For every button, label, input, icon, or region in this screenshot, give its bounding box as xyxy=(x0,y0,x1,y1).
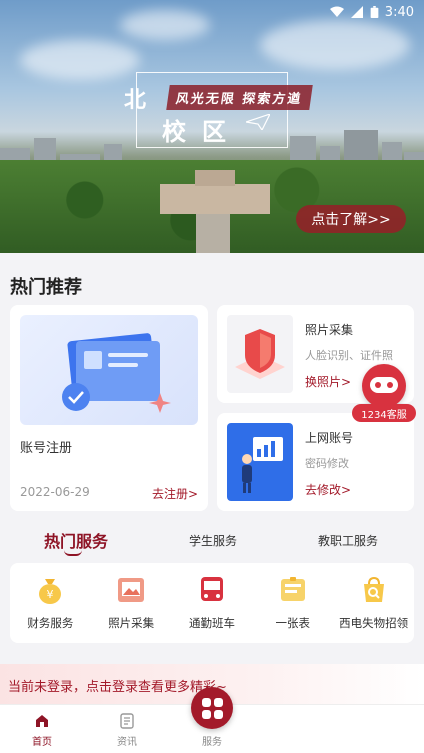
shield-icon xyxy=(235,329,285,379)
tab-student-services[interactable]: 学生服务 xyxy=(189,532,237,549)
customer-service-button[interactable]: 1234客服 xyxy=(352,364,416,424)
svg-text:¥: ¥ xyxy=(47,588,54,601)
net-thumb xyxy=(227,423,293,501)
section-title-hot: 热门推荐 xyxy=(10,277,82,298)
service-bus[interactable]: 通勤班车 xyxy=(172,563,253,643)
status-bar: 3:40 xyxy=(0,0,424,24)
banner-slogan: 风光无限 探索方遒 xyxy=(166,85,313,110)
wifi-icon xyxy=(329,6,344,17)
tab-hot-services[interactable]: 热门服务 xyxy=(44,528,108,552)
service-tabs: 热门服务 学生服务 教职工服务 xyxy=(0,528,424,556)
account-register-card[interactable]: 账号注册 2022-06-29 去注册> xyxy=(10,305,208,511)
service-photo[interactable]: 照片采集 xyxy=(91,563,172,643)
service-label: 西电失物招领 xyxy=(339,616,409,630)
campus-char: 北 xyxy=(124,87,147,113)
signal-icon xyxy=(350,6,363,18)
grid-icon[interactable] xyxy=(191,687,233,729)
card-desc: 密码修改 xyxy=(305,457,349,470)
register-link[interactable]: 去注册> xyxy=(152,485,198,502)
nav-label: 资讯 xyxy=(117,737,137,748)
services-grid: ¥ 财务服务 照片采集 通勤班车 一张表 西电失物招领 xyxy=(10,563,414,643)
bus-icon xyxy=(200,577,223,601)
news-icon xyxy=(120,713,134,729)
card-title: 账号注册 xyxy=(20,441,73,456)
id-card-icon xyxy=(62,333,171,413)
battery-icon xyxy=(370,6,379,18)
card-title: 上网账号 xyxy=(305,431,354,445)
service-label: 照片采集 xyxy=(108,616,155,630)
nav-news[interactable]: 资讯 xyxy=(97,705,157,753)
tab-indicator xyxy=(64,550,82,556)
paper-plane-icon xyxy=(246,114,270,130)
card-desc: 人脸识别、证件照 xyxy=(305,349,393,362)
card-date: 2022-06-29 xyxy=(20,485,90,499)
service-label: 一张表 xyxy=(275,616,311,630)
money-bag-icon: ¥ xyxy=(39,579,62,604)
account-illustration xyxy=(20,315,198,425)
service-label: 通勤班车 xyxy=(188,616,235,630)
tab-staff-services[interactable]: 教职工服务 xyxy=(318,532,378,549)
service-lost-found[interactable]: 西电失物招领 xyxy=(333,563,414,643)
cloud-decoration xyxy=(260,20,410,70)
lost-found-icon xyxy=(363,576,384,602)
nav-label: 首页 xyxy=(32,737,52,748)
service-form[interactable]: 一张表 xyxy=(252,563,333,643)
status-time: 3:40 xyxy=(384,4,414,20)
form-icon xyxy=(280,577,305,601)
photo-thumb xyxy=(227,315,293,393)
modify-password-link[interactable]: 去修改> xyxy=(305,481,351,498)
service-label: 1234客服 xyxy=(352,404,416,422)
login-prompt-text: 当前未登录，点击登录查看更多精彩~ xyxy=(8,680,227,695)
service-label: 财务服务 xyxy=(27,616,74,630)
campus-banner[interactable]: 北 风光无限 探索方遒 校区 点击了解>> xyxy=(0,0,424,253)
learn-more-button[interactable]: 点击了解>> xyxy=(296,205,406,233)
cloud-decoration xyxy=(20,40,140,80)
card-title: 照片采集 xyxy=(305,323,354,337)
nav-label: 服务 xyxy=(202,737,222,748)
campus-road xyxy=(196,214,230,253)
campus-name: 校区 xyxy=(162,117,242,146)
nav-home[interactable]: 首页 xyxy=(12,705,72,753)
service-finance[interactable]: ¥ 财务服务 xyxy=(10,563,91,643)
presentation-icon xyxy=(242,437,283,493)
home-icon xyxy=(36,715,48,727)
main-building xyxy=(160,170,270,214)
change-photo-link[interactable]: 换照片> xyxy=(305,373,351,390)
photo-icon xyxy=(118,578,145,602)
robot-icon xyxy=(362,364,406,408)
net-account-card[interactable]: 上网账号 密码修改 去修改> xyxy=(217,413,414,511)
